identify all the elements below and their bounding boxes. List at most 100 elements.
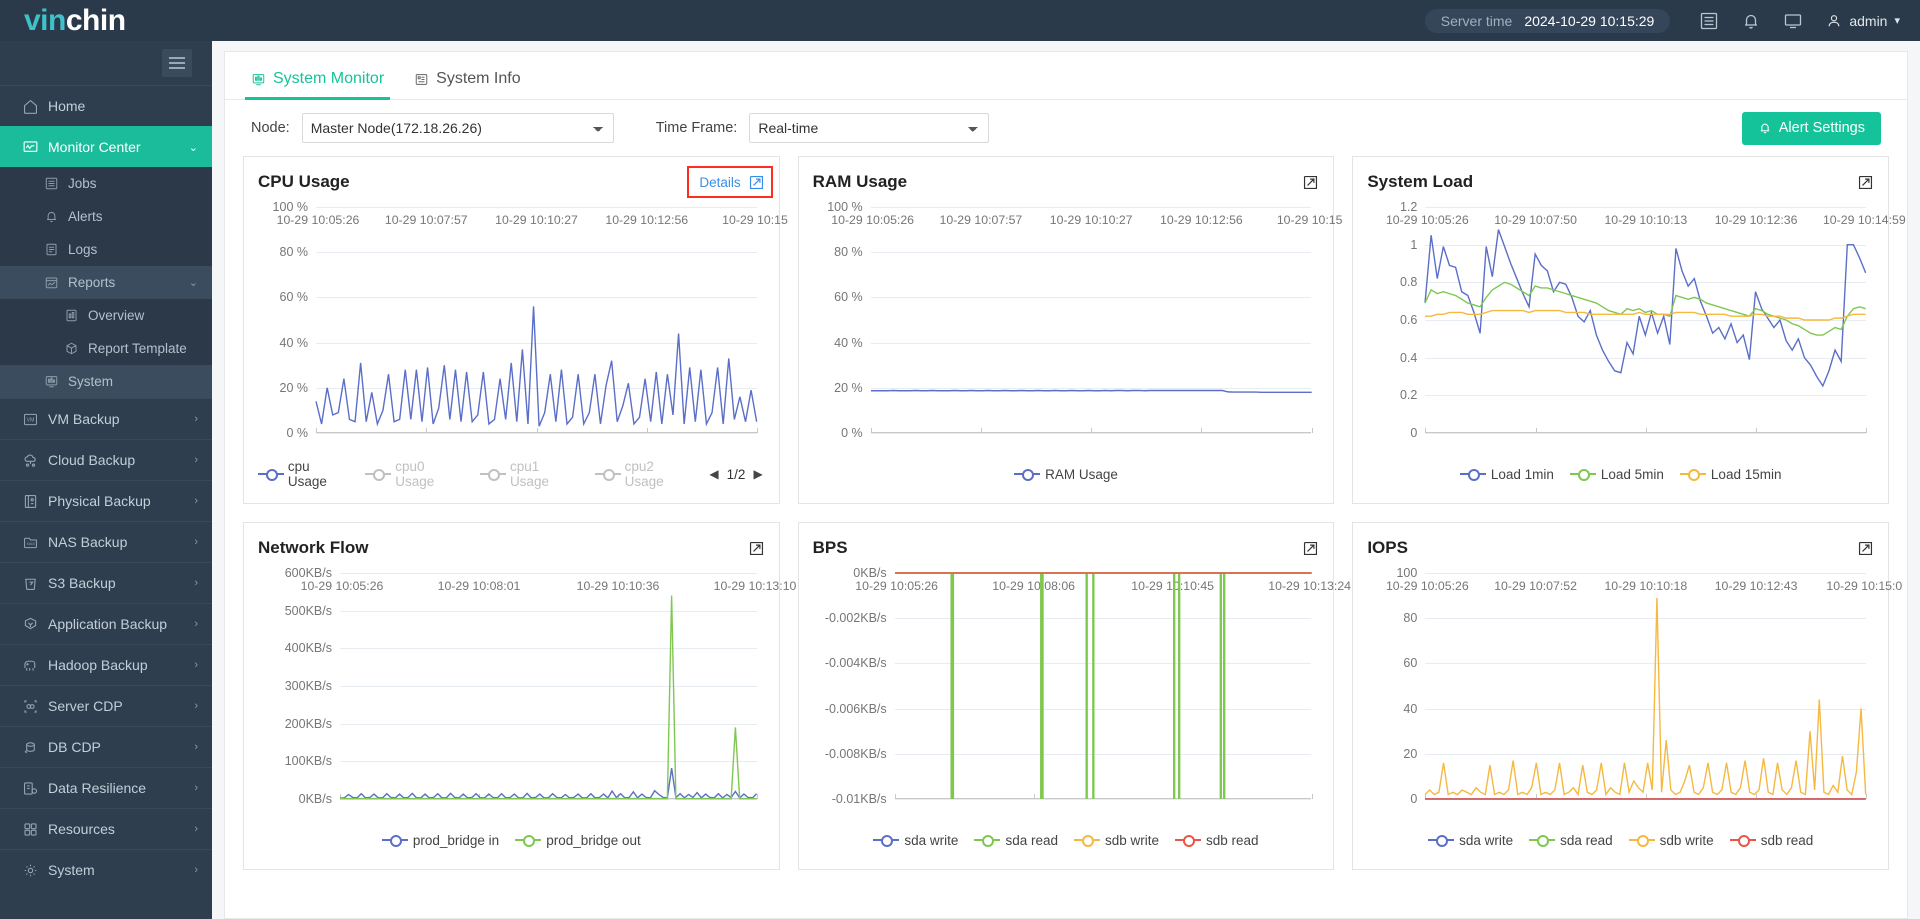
legend-item[interactable]: sdb read <box>1175 833 1259 848</box>
tab-bar: System Monitor System Info <box>225 52 1907 100</box>
y-axis-tick: 1.2 <box>1400 200 1417 214</box>
sidebar-item-resources[interactable]: Resources › <box>0 808 212 849</box>
y-axis-tick: -0.004KB/s <box>825 656 887 670</box>
timeframe-select[interactable]: Real-time <box>749 113 989 143</box>
sidebar-item-application-backup[interactable]: Application Backup › <box>0 603 212 644</box>
next-page-button[interactable]: ▶ <box>753 467 762 481</box>
sidebar-item-system[interactable]: System › <box>0 849 212 890</box>
chart-network-flow: 0KB/s100KB/s200KB/s300KB/s400KB/s500KB/s… <box>258 565 765 827</box>
list-icon[interactable] <box>1688 0 1730 41</box>
sidebar-item-server-cdp[interactable]: Server CDP › <box>0 685 212 726</box>
sidebar-item-label: Physical Backup <box>48 493 151 509</box>
legend-item[interactable]: Load 5min <box>1570 467 1664 482</box>
legend-item[interactable]: sda read <box>1529 833 1613 848</box>
sidebar-item-vm-backup[interactable]: VM VM Backup › <box>0 398 212 439</box>
legend-item[interactable]: sdb read <box>1730 833 1814 848</box>
alert-settings-button[interactable]: Alert Settings <box>1742 112 1881 145</box>
monitor-icon[interactable] <box>1772 0 1814 41</box>
legend-item[interactable]: prod_bridge out <box>515 833 641 848</box>
legend-label: Load 15min <box>1711 467 1782 482</box>
legend-item[interactable]: cpu1 Usage <box>480 459 579 489</box>
legend-item[interactable]: sdb write <box>1074 833 1159 848</box>
brand-logo-part2: chin <box>66 4 126 37</box>
legend-item[interactable]: Load 15min <box>1680 467 1782 482</box>
sidebar-item-s3-backup[interactable]: S3 Backup › <box>0 562 212 603</box>
sidebar-item-db-cdp[interactable]: DB CDP › <box>0 726 212 767</box>
y-axis-tick: 400KB/s <box>285 641 332 655</box>
chart-legend: prod_bridge in prod_bridge out <box>258 827 765 853</box>
sidebar-item-physical-backup[interactable]: Physical Backup › <box>0 480 212 521</box>
tab-system-monitor[interactable]: System Monitor <box>245 70 390 99</box>
chevron-right-icon: › <box>194 413 198 425</box>
legend-item[interactable]: sdb write <box>1629 833 1714 848</box>
sidebar-item-label: Alerts <box>68 209 103 224</box>
sidebar-item-logs[interactable]: Logs <box>0 233 212 266</box>
legend-item[interactable]: sda read <box>974 833 1058 848</box>
sidebar-item-reports[interactable]: Reports ⌄ <box>0 266 212 299</box>
legend-item[interactable]: sda write <box>1428 833 1513 848</box>
x-axis-tick-mark <box>1312 794 1313 799</box>
brand-logo[interactable]: vinchin <box>0 6 212 36</box>
x-axis-tick-mark <box>1866 428 1867 433</box>
top-bar-right: Server time 2024-10-29 10:15:29 <box>1425 0 1920 41</box>
legend-item[interactable]: prod_bridge in <box>382 833 499 848</box>
prev-page-button[interactable]: ◀ <box>709 467 718 481</box>
sidebar-item-hadoop-backup[interactable]: Hadoop Backup › <box>0 644 212 685</box>
y-axis-tick: 0.8 <box>1400 275 1417 289</box>
sidebar-item-nas-backup[interactable]: NAS NAS Backup › <box>0 521 212 562</box>
chart-series <box>1425 207 1866 433</box>
bell-icon[interactable] <box>1730 0 1772 41</box>
sidebar-item-report-template[interactable]: Report Template <box>0 332 212 365</box>
user-menu[interactable]: admin ▾ <box>1826 13 1900 29</box>
y-axis-tick: 100KB/s <box>285 754 332 768</box>
sidebar-item-label: NAS Backup <box>48 534 127 550</box>
legend-item[interactable]: RAM Usage <box>1014 467 1118 482</box>
chart-iops: 02040608010010-29 10:05:2610-29 10:07:52… <box>1367 565 1874 827</box>
sidebar-item-home[interactable]: Home <box>0 85 212 126</box>
legend-label: cpu2 Usage <box>625 459 694 489</box>
sidebar-item-jobs[interactable]: Jobs <box>0 167 212 200</box>
sidebar-item-monitor-center[interactable]: Monitor Center ⌄ <box>0 126 212 167</box>
x-axis-tick-mark <box>757 428 758 433</box>
y-axis-tick: 200KB/s <box>285 717 332 731</box>
chevron-right-icon: › <box>194 741 198 753</box>
iops-card-actions <box>1857 540 1874 557</box>
y-axis-tick: 40 % <box>280 336 309 350</box>
sidebar-item-cloud-backup[interactable]: Cloud Backup › <box>0 439 212 480</box>
y-axis-tick: 60 % <box>834 290 863 304</box>
y-axis-tick: 20 % <box>834 381 863 395</box>
sidebar-item-overview[interactable]: Overview <box>0 299 212 332</box>
card-title: BPS <box>813 538 848 558</box>
legend-item[interactable]: cpu0 Usage <box>365 459 464 489</box>
sidebar-item-data-resilience[interactable]: Data Resilience › <box>0 767 212 808</box>
vm-icon: VM <box>22 411 48 428</box>
legend-label: cpu1 Usage <box>510 459 579 489</box>
top-bar: vinchin Server time 2024-10-29 10:15:29 <box>0 0 1920 41</box>
sidebar-item-alerts[interactable]: Alerts <box>0 200 212 233</box>
chart-plot: 0 %20 %40 %60 %80 %100 %10-29 10:05:2610… <box>871 207 1312 433</box>
legend-marker-icon <box>1074 834 1100 846</box>
legend-item[interactable]: sda write <box>873 833 958 848</box>
hadoop-icon <box>22 657 48 674</box>
legend-item[interactable]: Load 1min <box>1460 467 1554 482</box>
legend-marker-icon <box>1428 834 1454 846</box>
server-time-label: Server time <box>1441 13 1513 29</box>
legend-item[interactable]: cpu2 Usage <box>595 459 694 489</box>
cpu-card-actions: Details <box>699 174 764 191</box>
y-axis-tick: 0.2 <box>1400 388 1417 402</box>
expand-icon[interactable] <box>1857 540 1874 557</box>
expand-icon[interactable] <box>748 540 765 557</box>
y-axis-tick: 0.4 <box>1400 351 1417 365</box>
sidebar-item-system-monitor[interactable]: System <box>0 365 212 398</box>
ram-card-actions <box>1302 174 1319 191</box>
system-info-icon <box>414 72 429 87</box>
hamburger-icon[interactable] <box>162 49 192 77</box>
expand-icon[interactable] <box>1857 174 1874 191</box>
expand-icon[interactable] <box>1302 540 1319 557</box>
legend-item[interactable]: cpu Usage <box>258 459 349 489</box>
node-select[interactable]: Master Node(172.18.26.26) <box>302 113 614 143</box>
y-axis-tick: 100 <box>1396 566 1417 580</box>
tab-system-info[interactable]: System Info <box>408 70 526 99</box>
legend-label: sda read <box>1005 833 1058 848</box>
expand-icon[interactable] <box>1302 174 1319 191</box>
